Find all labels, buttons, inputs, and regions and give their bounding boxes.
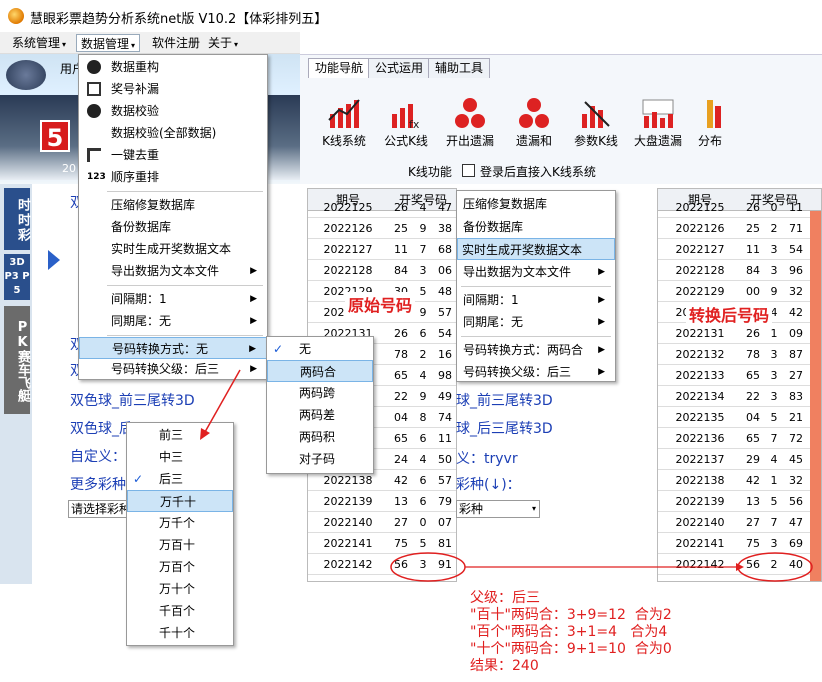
annotation-overlay [200, 369, 813, 582]
explanation-note: 父级：后三 "百十"两码合：3+9=12 合为2 "百个"两码合：3+1=4 合… [470, 590, 672, 674]
